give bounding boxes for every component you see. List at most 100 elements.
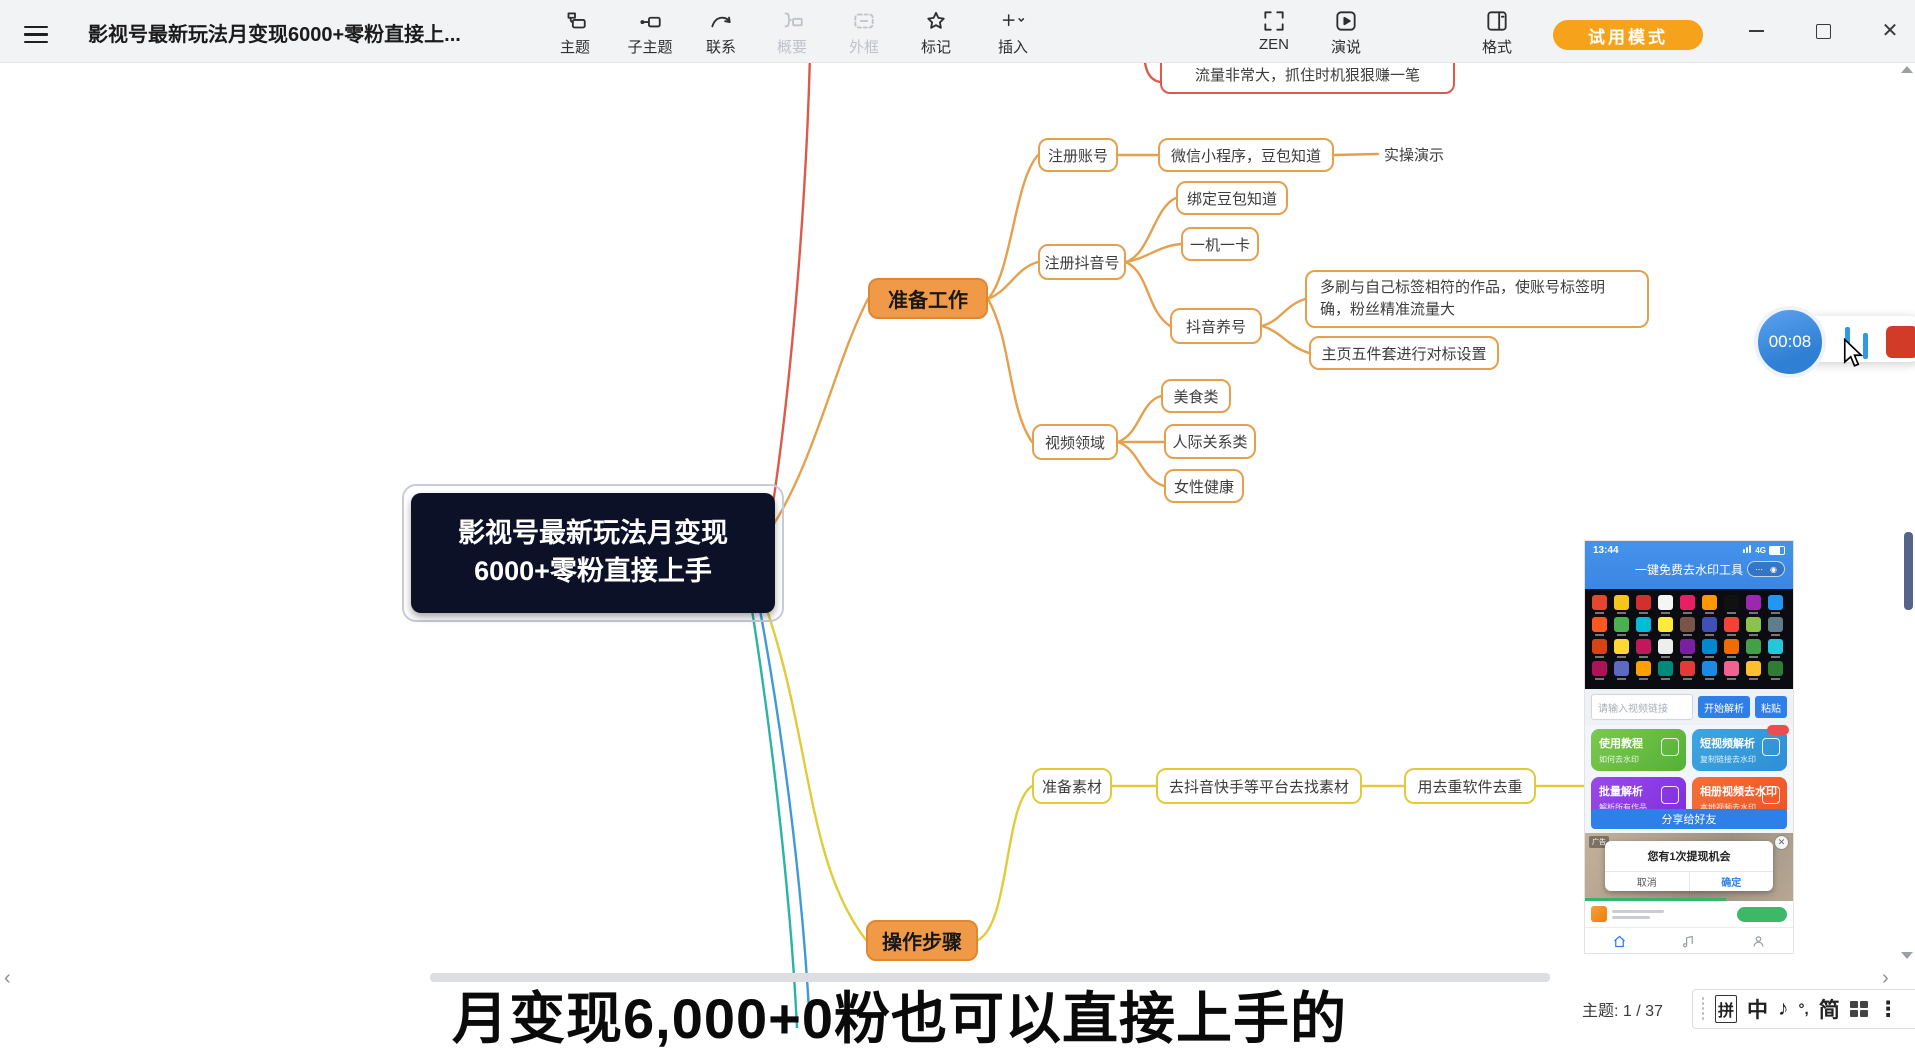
node-traffic-opportunity[interactable]: 流量非常大，抓住时机狠狠赚一笔 [1160, 62, 1455, 94]
video-link-input: 请输入视频链接 [1591, 694, 1693, 720]
toolbar-format-button[interactable]: 格式 [1461, 8, 1533, 57]
share-to-friends-bar: 分享给好友 [1591, 809, 1787, 829]
app-icon [1746, 595, 1761, 610]
app-icon [1702, 617, 1717, 632]
app-icon [1614, 617, 1629, 632]
central-topic[interactable]: 影视号最新玩法月变现 6000+零粉直接上手 [402, 484, 784, 622]
phone-input-row: 请输入视频链接 开始解析 粘贴 [1585, 689, 1793, 725]
hamburger-menu-icon[interactable] [24, 21, 48, 41]
node-register-account[interactable]: 注册账号 [1038, 138, 1118, 172]
node-food[interactable]: 美食类 [1161, 379, 1231, 413]
album-icon [1762, 786, 1780, 804]
node-relationship[interactable]: 人际关系类 [1164, 424, 1256, 459]
node-register-douyin[interactable]: 注册抖音号 [1038, 244, 1126, 280]
home-icon [1612, 934, 1627, 949]
ime-sound-button[interactable]: ♪ [1778, 997, 1789, 1021]
central-topic-line1: 影视号最新玩法月变现 [458, 515, 728, 553]
plus-icon [1000, 8, 1026, 34]
boundary-icon [851, 8, 877, 34]
node-brush-works[interactable]: 多刷与自己标签相符的作品，使账号标签明确，粉丝精准流量大 [1305, 270, 1649, 328]
dialog-ok-button: 确定 [1689, 872, 1774, 891]
vertical-scrollbar-thumb[interactable] [1904, 532, 1913, 610]
ime-more-button[interactable]: ⋮ [1878, 997, 1899, 1022]
node-female-health[interactable]: 女性健康 [1164, 469, 1244, 503]
node-one-machine-one-card[interactable]: 一机一卡 [1181, 227, 1259, 261]
paste-button: 粘贴 [1755, 696, 1787, 718]
app-icon [1636, 661, 1651, 676]
minimize-icon [1749, 30, 1764, 32]
ime-toolbox-icon[interactable] [1850, 1001, 1868, 1017]
ime-language-button[interactable]: 中 [1747, 994, 1768, 1024]
scroll-left-arrow[interactable]: ‹ [4, 968, 11, 988]
ad-banner-logo [1591, 906, 1607, 922]
ime-punctuation-button[interactable]: °, [1799, 1001, 1809, 1018]
app-icon [1768, 617, 1783, 632]
node-homepage-setup[interactable]: 主页五件套进行对标设置 [1309, 336, 1499, 370]
node-preparation[interactable]: 准备工作 [868, 278, 988, 319]
app-icon [1614, 661, 1629, 676]
miniprogram-capsule-icon: ⋯◉ [1747, 561, 1785, 577]
toolbar-zen-label: ZEN [1259, 36, 1289, 53]
zen-icon [1261, 8, 1287, 34]
app-window: { "colors": { "accent_orange": "#f7a21b"… [0, 0, 1915, 1028]
toolbar-insert-button[interactable]: 插入 [977, 8, 1049, 57]
node-prepare-material[interactable]: 准备素材 [1032, 768, 1112, 804]
app-icon [1636, 639, 1651, 654]
ime-simplified-button[interactable]: 简 [1819, 994, 1840, 1024]
ad-banner [1585, 901, 1793, 927]
format-panel-icon [1484, 8, 1510, 34]
recording-timer[interactable]: 00:08 [1754, 306, 1826, 378]
node-wechat-miniprogram[interactable]: 微信小程序，豆包知道 [1158, 138, 1334, 172]
minimize-button[interactable] [1734, 14, 1778, 48]
app-icon [1746, 661, 1761, 676]
app-icon [1680, 639, 1695, 654]
toolbar-present-button[interactable]: 演说 [1310, 8, 1382, 57]
app-icon [1702, 639, 1717, 654]
folder-icon [1762, 738, 1780, 756]
app-icon [1680, 661, 1695, 676]
close-button[interactable]: ✕ [1868, 14, 1912, 48]
app-icon [1680, 595, 1695, 610]
maximize-button[interactable] [1801, 14, 1845, 48]
toolbar-zen-button[interactable]: ZEN [1238, 8, 1310, 53]
app-icon [1592, 639, 1607, 654]
node-operation-steps[interactable]: 操作步骤 [866, 920, 978, 961]
node-dedupe-software[interactable]: 用去重软件去重 [1404, 768, 1536, 804]
toolbar-topic-label: 主题 [560, 36, 590, 57]
app-icon [1702, 595, 1717, 610]
phone-bottom-nav [1585, 927, 1793, 953]
app-grid [1585, 589, 1793, 689]
app-icon [1658, 617, 1673, 632]
toolbar-relation-button[interactable]: 联系 [685, 8, 757, 57]
central-topic-line2: 6000+零粉直接上手 [474, 553, 712, 591]
ime-pinyin-button[interactable]: 拼 [1715, 995, 1737, 1023]
ad-banner-button [1737, 907, 1787, 922]
ad-video-area: 广告 ✕ 您有1次提现机会 取消 确定 [1585, 833, 1793, 901]
toolbar-topic-button[interactable]: 主题 [539, 8, 611, 57]
mindmap-canvas[interactable]: 流量非常大，抓住时机狠狠赚一笔 准备工作 注册账号 微信小程序，豆包知道 实操演… [0, 62, 1915, 1028]
scroll-down-arrow[interactable] [1901, 952, 1913, 959]
app-icon [1746, 639, 1761, 654]
scroll-right-arrow[interactable]: › [1882, 968, 1889, 988]
relation-icon [708, 8, 734, 34]
toolbar-subtopic-button[interactable]: 子主题 [614, 8, 686, 57]
app-icon [1614, 595, 1629, 610]
toolbar-marker-button[interactable]: 标记 [900, 8, 972, 57]
attached-screenshot-image[interactable]: 13:44 4G 一键免费去水印工具 ⋯◉ 请输入视频链接 开始解析 粘贴 使用… [1585, 541, 1793, 953]
stop-recording-button[interactable] [1886, 326, 1915, 358]
trial-mode-button[interactable]: 试用模式 [1553, 20, 1703, 50]
node-video-field[interactable]: 视频领域 [1032, 424, 1118, 460]
video-caption: 月变现6,000+0粉也可以直接上手的 [452, 974, 1347, 1055]
toolbar-insert-label: 插入 [998, 36, 1028, 57]
withdraw-dialog: 您有1次提现机会 取消 确定 [1605, 841, 1773, 891]
node-find-material[interactable]: 去抖音快手等平台去找素材 [1156, 768, 1362, 804]
node-bind-doubao[interactable]: 绑定豆包知道 [1176, 181, 1288, 215]
scroll-up-arrow[interactable] [1901, 66, 1913, 73]
music-icon [1681, 934, 1696, 949]
phone-feature-cards: 使用教程如何去水印 短视频解析复制链接去水印 批量解析解析所有作品 相册视频去水… [1585, 725, 1793, 807]
app-icon [1768, 661, 1783, 676]
node-demo[interactable]: 实操演示 [1380, 142, 1448, 167]
ime-toolbar: 拼 中 ♪ °, 简 ⋮ [1692, 989, 1915, 1029]
node-douyin-nurture[interactable]: 抖音养号 [1170, 308, 1262, 344]
ime-drag-handle[interactable] [1701, 996, 1705, 1022]
